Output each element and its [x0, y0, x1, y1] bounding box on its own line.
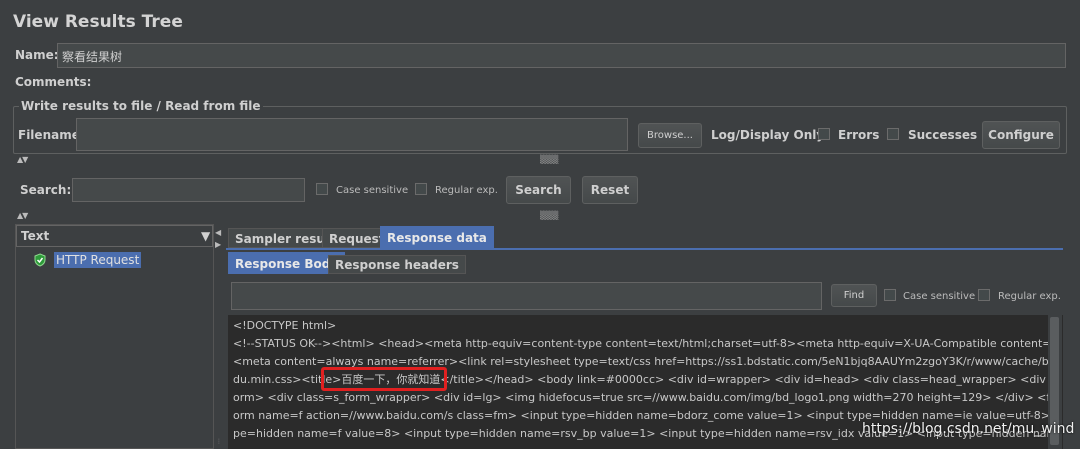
successes-label: Successes [908, 128, 978, 142]
window-title: View Results Tree [13, 12, 183, 32]
name-label: Name: [15, 48, 59, 62]
splitter-grip-icon-2[interactable]: ▒▒▒ [540, 211, 558, 220]
errors-label: Errors [838, 128, 880, 142]
renderer-select[interactable]: Text ▼ [16, 225, 213, 247]
find-input[interactable] [231, 282, 822, 310]
comments-label: Comments: [15, 75, 92, 89]
vertical-splitter[interactable]: ◀ ▶ ⋮ [214, 224, 223, 449]
response-line: orm> <div class=s_form_wrapper> <div id=… [233, 391, 1048, 404]
case-sensitive-label: Case sensitive [336, 185, 409, 196]
browse-button[interactable]: Browse... [638, 123, 702, 148]
splitter-right-arrow-icon: ▶ [215, 240, 222, 249]
response-line: <!--STATUS OK--><html> <head><meta http-… [233, 337, 1048, 350]
filename-input[interactable] [76, 118, 628, 151]
splitter-left-arrow-icon: ◀ [215, 228, 222, 237]
response-line: <!DOCTYPE html> [233, 319, 337, 332]
search-label: Search: [20, 183, 72, 197]
name-value: 察看结果树 [62, 50, 123, 64]
subtab-response-headers[interactable]: Response headers [328, 255, 466, 274]
write-results-title: Write results to file / Read from file [19, 99, 263, 113]
renderer-value: Text [21, 229, 50, 243]
comments-field[interactable] [85, 72, 1066, 92]
log-display-label: Log/Display Only: [711, 128, 829, 142]
success-shield-icon [33, 253, 47, 267]
errors-checkbox[interactable] [818, 128, 830, 140]
case-sensitive-checkbox[interactable] [316, 183, 328, 195]
search-input[interactable] [72, 178, 305, 202]
find-case-sensitive-checkbox[interactable] [884, 289, 896, 301]
highlight-box [321, 367, 447, 391]
watermark: https://blog.csdn.net/mu_wind [862, 421, 1075, 437]
collapse-arrows-icon-2[interactable]: ▲▼ [17, 211, 28, 220]
find-case-sensitive-label: Case sensitive [903, 291, 976, 302]
filename-label: Filename [18, 128, 80, 142]
find-regular-exp-label: Regular exp. [998, 291, 1061, 302]
find-button[interactable]: Find [831, 284, 877, 307]
reset-button[interactable]: Reset [582, 176, 638, 204]
splitter-grip-icon-3: ⋮ [216, 438, 222, 445]
chevron-down-icon: ▼ [201, 229, 211, 243]
splitter-grip-icon[interactable]: ▒▒▒ [540, 155, 558, 164]
regular-exp-label: Regular exp. [435, 185, 498, 196]
regular-exp-checkbox[interactable] [415, 183, 427, 195]
name-field[interactable]: 察看结果树 [57, 43, 1066, 68]
find-regular-exp-checkbox[interactable] [978, 289, 990, 301]
successes-checkbox[interactable] [887, 128, 899, 140]
tab-response-data[interactable]: Response data [380, 226, 494, 248]
search-button[interactable]: Search [506, 176, 571, 204]
configure-button[interactable]: Configure [982, 121, 1060, 149]
collapse-arrows-icon[interactable]: ▲▼ [17, 155, 28, 164]
tree-item-http-request[interactable]: HTTP Request [54, 252, 142, 268]
